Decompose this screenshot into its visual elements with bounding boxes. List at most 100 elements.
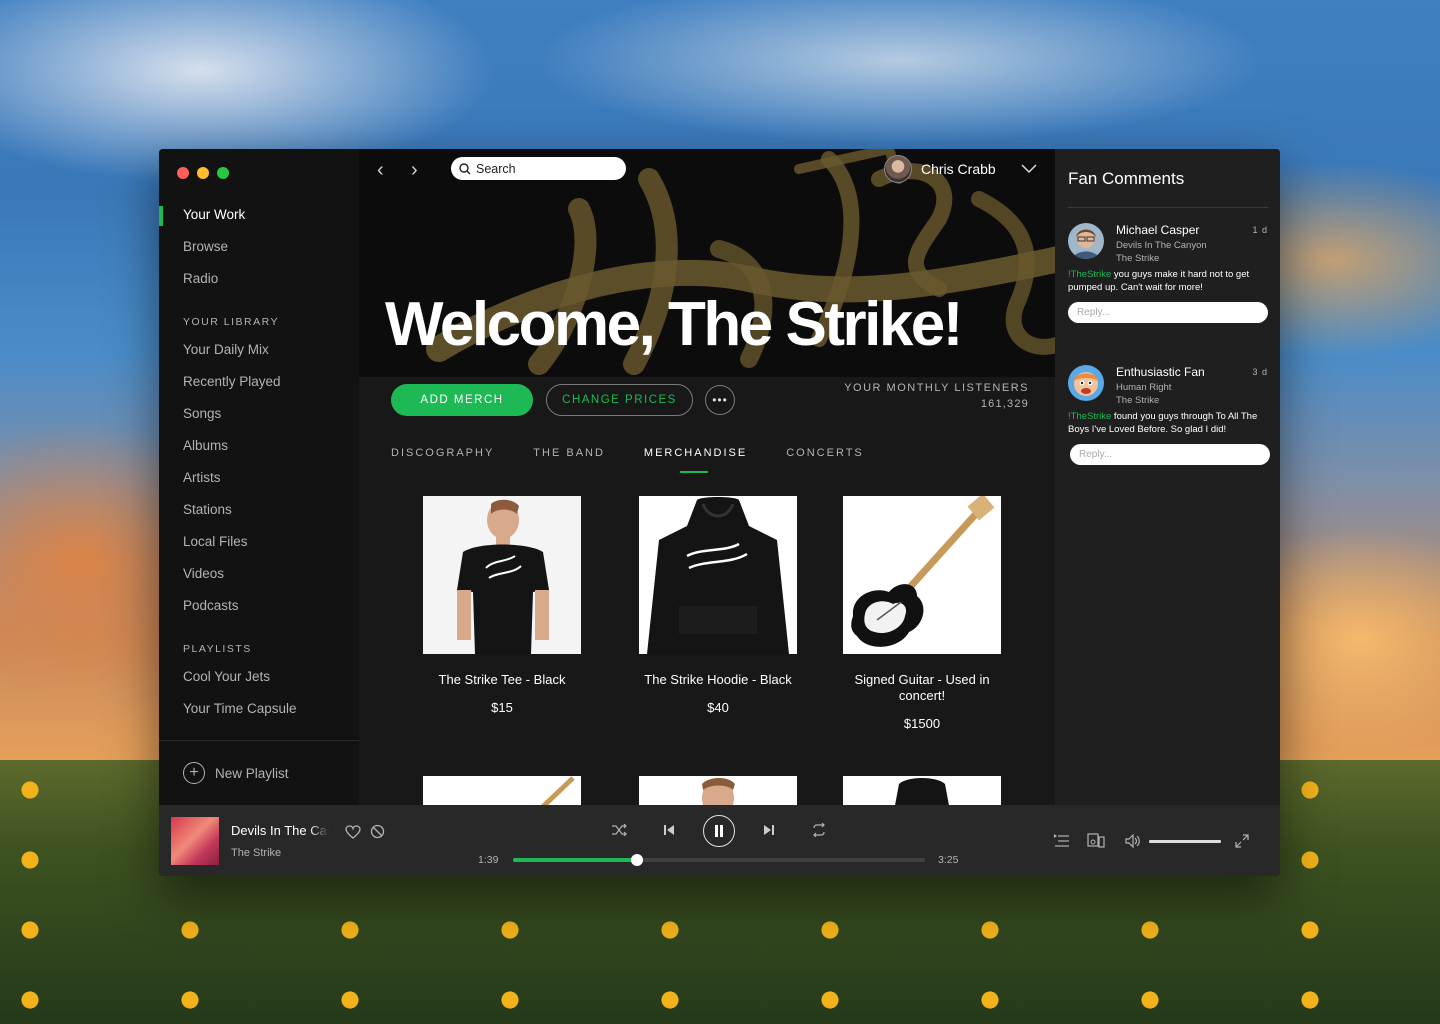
tab-merchandise[interactable]: MERCHANDISE — [644, 447, 747, 473]
forward-arrow-icon[interactable]: › — [411, 159, 418, 182]
library-section-label: YOUR LIBRARY — [183, 316, 279, 328]
repeat-icon[interactable] — [811, 823, 827, 837]
merch-price: $40 — [707, 700, 729, 715]
sidebar-item-recently-played[interactable]: Recently Played — [183, 374, 281, 389]
comment-author[interactable]: Michael Casper — [1116, 223, 1199, 237]
sidebar-item-daily-mix[interactable]: Your Daily Mix — [183, 342, 269, 357]
monthly-listeners-label: YOUR MONTHLY LISTENERS — [844, 382, 1029, 394]
comment-artist: The Strike — [1116, 253, 1160, 264]
comment-text: !TheStrike you guys make it hard not to … — [1068, 268, 1273, 294]
comment-track: Devils In The Canyon — [1116, 240, 1207, 251]
sidebar-item-playlist-time-capsule[interactable]: Your Time Capsule — [183, 701, 297, 716]
progress-fill — [513, 858, 637, 862]
sidebar-item-stations[interactable]: Stations — [183, 502, 232, 517]
comment-artist: The Strike — [1116, 395, 1160, 406]
comment-hashtag[interactable]: !TheStrike — [1068, 411, 1111, 422]
more-options-button[interactable]: ••• — [705, 385, 735, 415]
merch-card-peek[interactable] — [843, 776, 1001, 805]
track-artist[interactable]: The Strike — [231, 847, 281, 859]
comment-hashtag[interactable]: !TheStrike — [1068, 269, 1111, 280]
user-menu[interactable]: Chris Crabb — [884, 155, 1037, 183]
merch-card-peek[interactable] — [639, 776, 797, 805]
main-content: Welcome, The Strike! ‹ › Chris Crabb ADD… — [359, 149, 1055, 805]
comments-divider — [1068, 207, 1268, 208]
track-title[interactable]: Devils In The Canyon — [231, 823, 329, 838]
elapsed-time: 1:39 — [478, 854, 499, 866]
active-nav-indicator — [159, 206, 163, 226]
pause-button[interactable] — [703, 815, 735, 847]
progress-handle[interactable] — [630, 854, 643, 866]
sidebar-item-songs[interactable]: Songs — [183, 406, 221, 421]
reply-input[interactable] — [1070, 444, 1270, 465]
search-bar[interactable] — [451, 157, 626, 180]
comment-item: Michael Casper 1 d Devils In The Canyon … — [1068, 223, 1268, 333]
merch-price: $15 — [491, 700, 513, 715]
artist-tabs: DISCOGRAPHY THE BAND MERCHANDISE CONCERT… — [391, 447, 903, 473]
volume-slider[interactable] — [1149, 840, 1221, 843]
close-window-button[interactable] — [177, 167, 189, 179]
change-prices-button[interactable]: CHANGE PRICES — [546, 384, 693, 416]
sidebar-item-videos[interactable]: Videos — [183, 566, 224, 581]
page-title: Welcome, The Strike! — [385, 290, 963, 359]
new-playlist-button[interactable]: + New Playlist — [183, 762, 289, 784]
heart-icon[interactable] — [345, 825, 361, 839]
player-bar: Devils In The Canyon The Strike 1:39 — [159, 805, 1280, 876]
merch-card-hoodie[interactable]: The Strike Hoodie - Black $40 — [639, 496, 797, 715]
add-merch-button[interactable]: ADD MERCH — [391, 384, 533, 416]
tab-concerts[interactable]: CONCERTS — [786, 447, 864, 459]
comment-time: 1 d — [1252, 225, 1268, 235]
chevron-down-icon[interactable] — [1021, 164, 1037, 174]
shuffle-icon[interactable] — [611, 824, 627, 836]
album-art[interactable] — [171, 817, 219, 865]
merch-name: Signed Guitar - Used in concert! — [854, 672, 990, 703]
maximize-window-button[interactable] — [217, 167, 229, 179]
user-name: Chris Crabb — [921, 161, 996, 177]
search-input[interactable] — [476, 161, 616, 176]
sidebar-item-artists[interactable]: Artists — [183, 470, 221, 485]
volume-icon[interactable] — [1125, 834, 1141, 848]
back-arrow-icon[interactable]: ‹ — [377, 159, 384, 182]
merch-card-tee[interactable]: The Strike Tee - Black $15 — [423, 496, 581, 715]
comment-author[interactable]: Enthusiastic Fan — [1116, 365, 1205, 379]
tab-discography[interactable]: DISCOGRAPHY — [391, 447, 494, 459]
comment-item: Enthusiastic Fan 3 d Human Right The Str… — [1068, 365, 1270, 475]
sidebar: Your Work Browse Radio YOUR LIBRARY Your… — [159, 149, 359, 805]
monthly-listeners: YOUR MONTHLY LISTENERS 161,329 — [844, 382, 1029, 410]
devices-icon[interactable] — [1087, 833, 1105, 849]
progress-bar[interactable] — [513, 854, 925, 866]
sidebar-item-albums[interactable]: Albums — [183, 438, 228, 453]
tab-the-band[interactable]: THE BAND — [533, 447, 605, 459]
search-icon — [459, 162, 471, 174]
pause-icon — [715, 825, 723, 837]
monthly-listeners-count: 161,329 — [980, 398, 1029, 410]
block-icon[interactable] — [370, 824, 385, 839]
queue-icon[interactable] — [1054, 834, 1070, 848]
merch-name: The Strike Hoodie - Black — [644, 672, 792, 687]
merch-card-peek[interactable] — [423, 776, 581, 805]
merch-image-hoodie — [639, 496, 797, 654]
merch-name: The Strike Tee - Black — [438, 672, 566, 687]
playlists-section-label: PLAYLISTS — [183, 643, 252, 655]
comment-track: Human Right — [1116, 382, 1172, 393]
sidebar-item-playlist-cool-your-jets[interactable]: Cool Your Jets — [183, 669, 270, 684]
sidebar-item-your-work[interactable]: Your Work — [183, 207, 245, 222]
merch-price: $1500 — [903, 716, 941, 731]
sidebar-item-podcasts[interactable]: Podcasts — [183, 598, 239, 613]
total-time: 3:25 — [938, 854, 959, 866]
next-track-icon[interactable] — [763, 824, 775, 836]
merch-card-guitar[interactable]: Signed Guitar - Used in concert! $1500 — [843, 496, 1001, 731]
sidebar-divider — [159, 740, 359, 741]
sidebar-item-browse[interactable]: Browse — [183, 239, 228, 254]
minimize-window-button[interactable] — [197, 167, 209, 179]
fullscreen-icon[interactable] — [1235, 834, 1249, 848]
reply-input[interactable] — [1068, 302, 1268, 323]
volume-fill — [1149, 840, 1221, 843]
comment-text: !TheStrike found you guys through To All… — [1068, 410, 1273, 436]
avatar — [884, 155, 912, 183]
fan-comments-panel: Fan Comments Michael Casper 1 d Devils I… — [1055, 149, 1280, 805]
merch-image-tee — [423, 496, 581, 654]
new-playlist-label: New Playlist — [215, 765, 289, 781]
sidebar-item-local-files[interactable]: Local Files — [183, 534, 248, 549]
previous-track-icon[interactable] — [663, 824, 675, 836]
sidebar-item-radio[interactable]: Radio — [183, 271, 218, 286]
